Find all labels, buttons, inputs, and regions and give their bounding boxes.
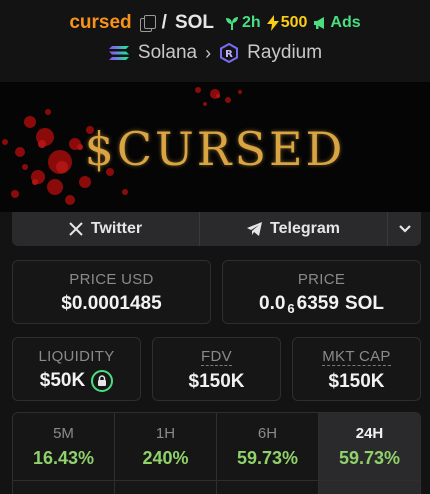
- liquidity-value-row: $50K: [39, 370, 114, 392]
- timeframe-tabs: 5M 16.43% 1H 240% 6H 59.73% 24H 59.73%: [12, 412, 421, 494]
- price-usd-value: $0.0001485: [61, 293, 162, 314]
- twitter-label: Twitter: [90, 220, 143, 237]
- tab-label: 1H: [155, 425, 176, 442]
- price-change-value: 16.43%: [32, 448, 95, 468]
- copy-icon[interactable]: [139, 15, 156, 32]
- price-native-zero-count: 6: [287, 301, 295, 316]
- boosts-count: 500: [280, 14, 308, 31]
- fdv-label[interactable]: FDV: [201, 348, 232, 366]
- token-name: cursed: [69, 12, 132, 33]
- tab-divider: [12, 480, 421, 481]
- token-banner: $CURSED: [0, 82, 430, 212]
- tab-label: 5M: [53, 425, 74, 442]
- price-native-card: PRICE 0.0 6 6359 SOL: [222, 260, 421, 324]
- pair-header: cursed / SOL 2h 500 Ads Solana › R Raydi…: [0, 0, 430, 82]
- mkt-cap-label[interactable]: MKT CAP: [322, 348, 391, 366]
- raydium-logo-icon: R: [220, 43, 239, 63]
- chain-dex-breadcrumb: Solana › R Raydium: [0, 42, 430, 64]
- solana-logo-icon: [108, 46, 129, 60]
- price-usd-card: PRICE USD $0.0001485: [12, 260, 211, 324]
- liquidity-label: LIQUIDITY: [38, 348, 115, 365]
- svg-text:R: R: [225, 49, 233, 60]
- chevron-right-icon: ›: [205, 42, 212, 63]
- price-change-value: 59.73%: [338, 448, 401, 468]
- price-native-unit: SOL: [344, 293, 384, 314]
- mkt-cap-value: $150K: [328, 371, 385, 392]
- chain-name[interactable]: Solana: [138, 42, 197, 64]
- tab-6h[interactable]: 6H 59.73%: [217, 413, 319, 494]
- dex-name[interactable]: Raydium: [247, 42, 322, 64]
- price-native-digits: 6359: [296, 293, 339, 314]
- liquidity-card: LIQUIDITY $50K: [12, 337, 141, 401]
- price-change-value: 240%: [142, 448, 189, 468]
- ads-label: Ads: [330, 14, 361, 31]
- liquidity-value: $50K: [39, 370, 86, 391]
- tab-label: 24H: [355, 425, 384, 442]
- price-change-value: 59.73%: [236, 448, 299, 468]
- fdv-value: $150K: [188, 371, 245, 392]
- quote-symbol: SOL: [174, 12, 215, 33]
- telegram-button[interactable]: Telegram: [200, 212, 388, 246]
- telegram-icon: [247, 222, 263, 236]
- more-links-button[interactable]: [388, 212, 421, 246]
- megaphone-icon: [314, 17, 325, 29]
- telegram-label: Telegram: [270, 220, 340, 237]
- lock-icon[interactable]: [91, 370, 114, 392]
- tab-label: 6H: [257, 425, 278, 442]
- social-links: Twitter Telegram: [12, 212, 421, 246]
- price-native-label: PRICE: [297, 271, 346, 288]
- pair-age: 2h: [224, 14, 261, 32]
- tab-24h[interactable]: 24H 59.73%: [319, 413, 420, 494]
- boosts[interactable]: 500: [266, 14, 308, 32]
- x-logo-icon: [69, 222, 83, 236]
- price-native-value: 0.0 6 6359 SOL: [259, 293, 384, 316]
- banner-title: $CURSED: [84, 122, 346, 176]
- ads-link[interactable]: Ads: [313, 14, 361, 32]
- chevron-down-icon: [398, 225, 411, 233]
- price-usd-label: PRICE USD: [69, 271, 154, 288]
- fdv-card: FDV $150K: [152, 337, 281, 401]
- pair-age-value: 2h: [242, 14, 261, 31]
- title-row: cursed / SOL 2h 500 Ads: [0, 12, 430, 34]
- tab-5m[interactable]: 5M 16.43%: [13, 413, 115, 494]
- lightning-icon: [266, 15, 279, 31]
- price-native-prefix: 0.0: [259, 293, 286, 314]
- mkt-cap-card: MKT CAP $150K: [292, 337, 421, 401]
- pair-separator: /: [161, 12, 167, 33]
- twitter-button[interactable]: Twitter: [12, 212, 200, 246]
- sprout-icon: [226, 17, 239, 30]
- tab-1h[interactable]: 1H 240%: [115, 413, 217, 494]
